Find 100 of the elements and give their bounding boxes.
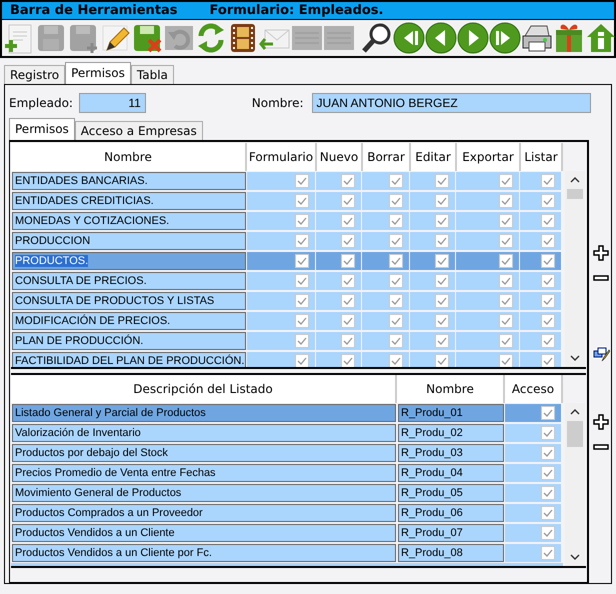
tab[interactable]: Registro bbox=[4, 65, 66, 84]
checkbox[interactable] bbox=[541, 214, 555, 228]
checkbox[interactable] bbox=[341, 194, 355, 208]
checkbox[interactable] bbox=[435, 214, 449, 228]
checkbox[interactable] bbox=[499, 334, 513, 348]
checkbox[interactable] bbox=[389, 334, 403, 348]
checkbox[interactable] bbox=[341, 274, 355, 288]
checkbox[interactable] bbox=[389, 314, 403, 328]
table-cell: R_Produ_07 bbox=[398, 524, 504, 542]
checkbox[interactable] bbox=[435, 174, 449, 188]
gift-box-icon[interactable] bbox=[553, 22, 585, 54]
tab[interactable]: Acceso a Empresas bbox=[74, 121, 203, 140]
checkbox[interactable] bbox=[499, 354, 513, 367]
checkbox[interactable] bbox=[541, 314, 555, 328]
table-cell: R_Produ_02 bbox=[398, 424, 504, 442]
checkbox[interactable] bbox=[541, 354, 555, 367]
checkbox[interactable] bbox=[541, 546, 555, 560]
checkbox[interactable] bbox=[435, 334, 449, 348]
checkbox[interactable] bbox=[341, 334, 355, 348]
checkbox[interactable] bbox=[541, 174, 555, 188]
checkbox[interactable] bbox=[541, 234, 555, 248]
checkbox[interactable] bbox=[341, 254, 355, 268]
next-icon[interactable] bbox=[457, 22, 489, 54]
checkbox[interactable] bbox=[389, 194, 403, 208]
table-cell: MODIFICACIÓN DE PRECIOS. bbox=[12, 312, 246, 330]
checkbox[interactable] bbox=[295, 354, 309, 367]
checkbox[interactable] bbox=[541, 506, 555, 520]
add-icon[interactable] bbox=[592, 245, 610, 262]
checkbox[interactable] bbox=[295, 314, 309, 328]
scrollbar-thumb[interactable] bbox=[567, 189, 583, 199]
checkbox[interactable] bbox=[541, 194, 555, 208]
checkbox[interactable] bbox=[541, 426, 555, 440]
checkbox[interactable] bbox=[499, 194, 513, 208]
checkbox[interactable] bbox=[499, 214, 513, 228]
checkbox[interactable] bbox=[541, 466, 555, 480]
checkbox[interactable] bbox=[295, 194, 309, 208]
scrollbar[interactable] bbox=[565, 171, 585, 367]
checkbox[interactable] bbox=[295, 254, 309, 268]
checkbox[interactable] bbox=[341, 174, 355, 188]
checkbox[interactable] bbox=[341, 234, 355, 248]
checkbox[interactable] bbox=[499, 174, 513, 188]
checkbox[interactable] bbox=[295, 294, 309, 308]
checkbox[interactable] bbox=[435, 194, 449, 208]
checkbox[interactable] bbox=[541, 446, 555, 460]
checkbox[interactable] bbox=[541, 254, 555, 268]
checkbox[interactable] bbox=[389, 214, 403, 228]
field-label: Empleado: bbox=[9, 96, 73, 110]
checkbox[interactable] bbox=[389, 294, 403, 308]
checkbox[interactable] bbox=[499, 294, 513, 308]
checkbox[interactable] bbox=[541, 274, 555, 288]
checkbox[interactable] bbox=[341, 314, 355, 328]
checkbox[interactable] bbox=[295, 234, 309, 248]
name-field[interactable]: JUAN ANTONIO BERGEZ bbox=[312, 93, 591, 113]
checkbox[interactable] bbox=[499, 314, 513, 328]
checkbox[interactable] bbox=[341, 214, 355, 228]
first-record-icon[interactable] bbox=[393, 22, 425, 54]
toolbar-title: Barra de Herramientas bbox=[10, 3, 178, 18]
checkbox[interactable] bbox=[435, 254, 449, 268]
search-icon[interactable] bbox=[361, 22, 393, 54]
previous-icon[interactable] bbox=[425, 22, 457, 54]
edit-windows-icon[interactable] bbox=[592, 346, 610, 363]
checkbox[interactable] bbox=[541, 406, 555, 420]
checkbox[interactable] bbox=[295, 274, 309, 288]
checkbox[interactable] bbox=[541, 526, 555, 540]
checkbox[interactable] bbox=[389, 254, 403, 268]
checkbox[interactable] bbox=[499, 234, 513, 248]
checkbox[interactable] bbox=[435, 294, 449, 308]
checkbox[interactable] bbox=[435, 354, 449, 367]
tab[interactable]: Tabla bbox=[130, 65, 174, 84]
tab[interactable]: Permisos bbox=[9, 118, 75, 140]
checkbox[interactable] bbox=[341, 354, 355, 367]
checkbox[interactable] bbox=[389, 354, 403, 367]
add-icon[interactable] bbox=[592, 414, 610, 431]
table-cell: Productos Vendidos a un Cliente bbox=[12, 524, 396, 542]
checkbox[interactable] bbox=[499, 254, 513, 268]
last-record-icon[interactable] bbox=[489, 22, 521, 54]
checkbox[interactable] bbox=[389, 174, 403, 188]
column-header[interactable]: Formulario bbox=[247, 143, 317, 171]
employee-field[interactable]: 11 bbox=[78, 93, 146, 113]
home-icon[interactable] bbox=[585, 22, 616, 54]
checkbox[interactable] bbox=[435, 274, 449, 288]
checkbox[interactable] bbox=[435, 234, 449, 248]
field-label: Nombre: bbox=[252, 96, 304, 110]
checkbox[interactable] bbox=[499, 274, 513, 288]
scrollbar-thumb[interactable] bbox=[567, 421, 583, 447]
tab[interactable]: Permisos bbox=[65, 62, 131, 84]
table-cell: Productos Vendidos a un Cliente por Fc. bbox=[12, 544, 396, 562]
checkbox[interactable] bbox=[295, 214, 309, 228]
checkbox[interactable] bbox=[435, 314, 449, 328]
checkbox[interactable] bbox=[541, 294, 555, 308]
scrollbar[interactable] bbox=[565, 403, 585, 566]
checkbox[interactable] bbox=[389, 274, 403, 288]
table-cell: PLAN DE PRODUCCIÓN. bbox=[12, 332, 246, 350]
checkbox[interactable] bbox=[295, 334, 309, 348]
checkbox[interactable] bbox=[295, 174, 309, 188]
checkbox[interactable] bbox=[541, 486, 555, 500]
table-cell: PRODUCTOS. bbox=[12, 252, 246, 270]
checkbox[interactable] bbox=[389, 234, 403, 248]
checkbox[interactable] bbox=[341, 294, 355, 308]
checkbox[interactable] bbox=[541, 334, 555, 348]
